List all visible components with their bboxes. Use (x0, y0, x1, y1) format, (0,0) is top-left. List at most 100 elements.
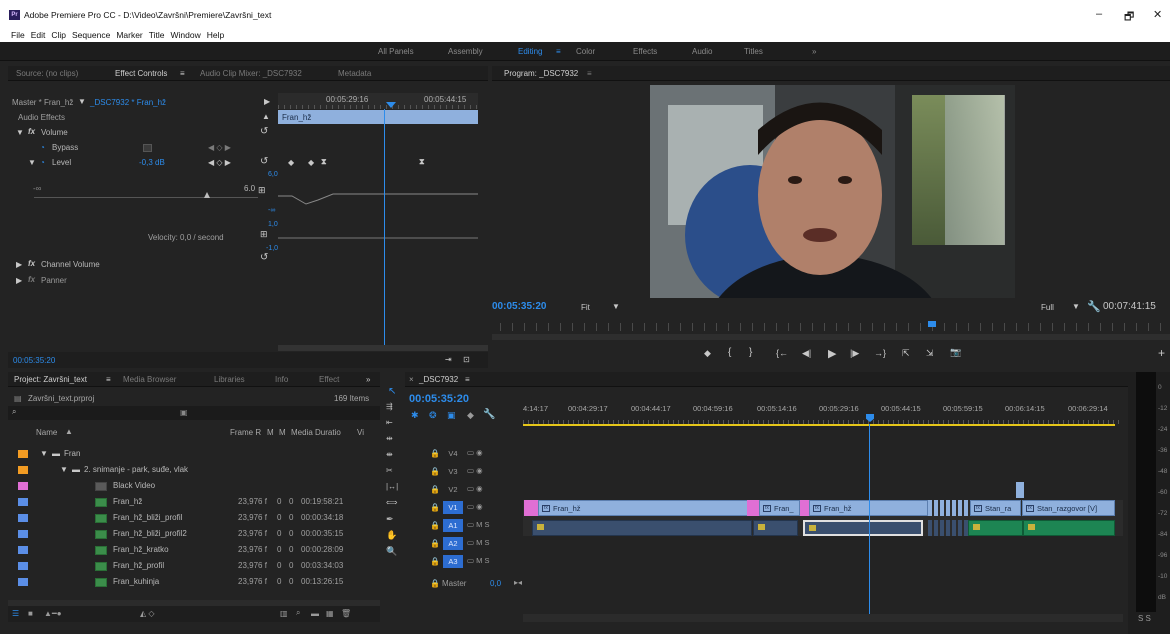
track-target[interactable]: V3 (443, 465, 463, 478)
restore-button[interactable]: 🗗 (1124, 8, 1134, 27)
trash-icon[interactable]: 🗑 (341, 609, 351, 618)
linked-selection-icon[interactable]: ❂ (429, 410, 437, 421)
lift-icon[interactable]: ⇱ (902, 348, 910, 359)
clip-label[interactable]: _DSC7932 * Fran_hž (90, 98, 166, 107)
label-color-swatch[interactable] (18, 466, 28, 474)
slide-tool-icon[interactable]: ⟺ (386, 498, 397, 507)
short-clips-group[interactable] (928, 500, 968, 516)
channel-volume-expand-icon[interactable]: ▶ (16, 260, 22, 269)
settings-wrench-icon[interactable]: 🔧 (1087, 300, 1101, 313)
lock-icon[interactable]: 🔒 (430, 449, 440, 458)
column-m1[interactable]: M (267, 428, 274, 437)
program-playhead-icon[interactable] (928, 321, 936, 327)
bin-expand-icon[interactable]: ▼ (40, 449, 48, 458)
track-target[interactable]: V1 (443, 501, 463, 514)
slip-tool-icon[interactable]: |↔| (386, 482, 398, 491)
list-view-icon[interactable]: ☰ (12, 609, 19, 618)
tab-effect-controls[interactable]: Effect Controls (115, 69, 167, 78)
column-media-duration[interactable]: Media Duratio (291, 428, 341, 437)
v2-clip[interactable] (1016, 482, 1024, 498)
menu-window[interactable]: Window (171, 30, 201, 40)
program-zoom-bar[interactable] (492, 334, 1170, 340)
track-target[interactable]: A1 (443, 519, 463, 532)
lock-icon[interactable]: 🔒 (430, 467, 440, 476)
sync-lock-eye-icon[interactable]: ▭ ◉ (467, 466, 483, 475)
column-m2[interactable]: M (279, 428, 286, 437)
stopwatch-icon[interactable]: ◔ (40, 143, 45, 152)
menu-clip[interactable]: Clip (51, 30, 66, 40)
playhead-marker-icon[interactable] (386, 102, 396, 108)
workspace-assembly[interactable]: Assembly (448, 47, 483, 56)
workspace-all-panels[interactable]: All Panels (378, 47, 414, 56)
level-slider-thumb[interactable] (204, 192, 210, 198)
play-icon[interactable]: ▶ (828, 347, 836, 360)
go-to-edit-icon[interactable]: ▸◂ (514, 578, 522, 587)
workspace-effects[interactable]: Effects (633, 47, 657, 56)
scroll-up-icon[interactable]: ▲ (262, 112, 270, 121)
label-color-swatch[interactable] (18, 562, 28, 570)
mute-solo-icon[interactable]: ▭ M S (467, 556, 490, 565)
tab-overflow[interactable]: » (366, 375, 370, 384)
zoom-fit-dropdown[interactable]: Fit (581, 303, 590, 312)
clip-bar[interactable]: Fran_hž (278, 110, 478, 124)
mute-solo-icon[interactable]: ▭ M S (467, 538, 490, 547)
marker-icon[interactable]: ◆ (467, 410, 474, 421)
lock-icon[interactable]: 🔒 (430, 521, 440, 530)
lock-icon[interactable]: 🔒 (430, 579, 440, 588)
tab-effects[interactable]: Effect (319, 375, 339, 384)
timeline-tab[interactable]: _DSC7932 (419, 375, 458, 384)
menu-marker[interactable]: Marker (116, 30, 142, 40)
button-editor-add-icon[interactable]: + (1158, 346, 1165, 360)
export-frame-icon[interactable]: 📷 (950, 347, 961, 358)
menu-file[interactable]: File (11, 30, 25, 40)
track-select-tool-icon[interactable]: ⇶ (386, 402, 393, 411)
bin-row[interactable]: ▼ ▬ 2. snimanje - park, suđe, vlak (8, 462, 380, 478)
label-color-swatch[interactable] (18, 450, 28, 458)
panner-expand-icon[interactable]: ▶ (16, 276, 22, 285)
column-video[interactable]: Vi (357, 428, 364, 437)
workspace-menu-icon[interactable]: ≡ (556, 47, 561, 56)
sync-lock-eye-icon[interactable]: ▭ ◉ (467, 484, 483, 493)
lock-icon[interactable]: 🔒 (430, 557, 440, 566)
automate-icon[interactable]: ▥ (280, 609, 288, 618)
selection-tool-icon[interactable]: ↖ (388, 386, 396, 397)
velocity-icon[interactable]: ⊞ (260, 229, 268, 240)
go-to-in-icon[interactable]: {← (776, 348, 788, 358)
tab-audio-clip-mixer[interactable]: Audio Clip Mixer: _DSC7932 (200, 69, 302, 78)
volume-expand-icon[interactable]: ▼ (16, 128, 24, 137)
track-target[interactable]: A3 (443, 555, 463, 568)
bypass-keyframe-nav-icon[interactable]: ◀ ◇ ▶ (208, 143, 231, 152)
project-item-row[interactable]: Fran_kuhinja 23,976 f 0 0 00:13:26:15 (8, 574, 380, 590)
black-video-clip[interactable] (800, 500, 809, 516)
menu-sequence[interactable]: Sequence (72, 30, 110, 40)
track-target[interactable]: A2 (443, 537, 463, 550)
mark-out-icon[interactable]: } (749, 347, 752, 358)
tab-metadata[interactable]: Metadata (338, 69, 371, 78)
black-video-clip[interactable] (524, 500, 538, 516)
extract-icon[interactable]: ⇲ (926, 348, 934, 359)
add-marker-timeline-icon[interactable]: ▣ (447, 410, 456, 421)
bypass-checkbox[interactable] (143, 144, 152, 152)
mute-solo-icon[interactable]: ▭ M S (467, 520, 490, 529)
rate-stretch-tool-icon[interactable]: ⇼ (386, 450, 393, 459)
label-color-swatch[interactable] (18, 546, 28, 554)
snap-icon[interactable]: ✱ (411, 410, 419, 421)
video-clip[interactable]: fx Fran_hž (538, 500, 748, 516)
work-area-bar[interactable] (523, 424, 1115, 426)
effect-scrollbar[interactable] (278, 345, 488, 351)
project-tab-menu-icon[interactable]: ≡ (106, 375, 111, 384)
pen-tool-icon[interactable]: ✒ (386, 514, 394, 525)
project-item-row[interactable]: Black Video (8, 478, 380, 494)
program-title[interactable]: Program: _DSC7932 (504, 69, 578, 78)
tab-source[interactable]: Source: (no clips) (16, 69, 78, 78)
timeline-timecode[interactable]: 00:05:35:20 (409, 393, 469, 405)
zoom-tool-icon[interactable]: 🔍 (386, 546, 397, 557)
clip-dropdown-icon[interactable]: ▼ (78, 97, 86, 106)
audio-clip[interactable] (753, 520, 798, 536)
label-color-swatch[interactable] (18, 498, 28, 506)
bin-expand-icon[interactable]: ▼ (60, 465, 68, 474)
short-audio-group[interactable] (928, 520, 968, 536)
project-search-field[interactable]: ⌕ ▣ (8, 406, 380, 420)
lock-icon[interactable]: 🔒 (430, 503, 440, 512)
step-back-icon[interactable]: ◀| (802, 348, 811, 359)
